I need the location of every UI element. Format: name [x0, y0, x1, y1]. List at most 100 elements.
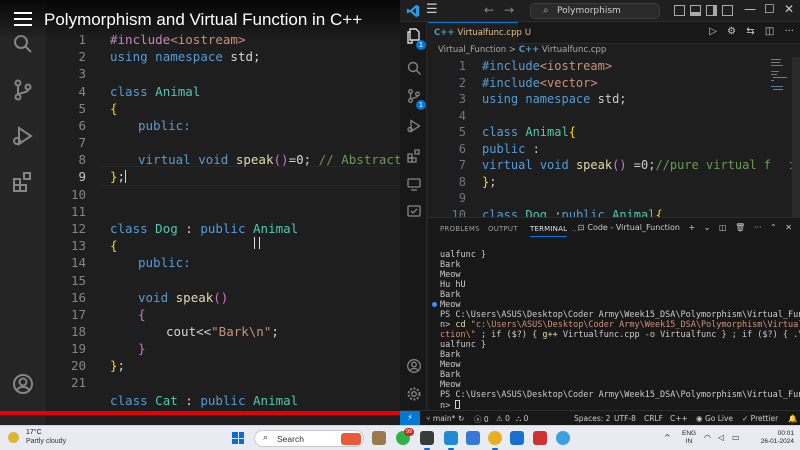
chrome-profile-icon[interactable]: [556, 431, 570, 445]
minimize-icon[interactable]: —: [744, 2, 756, 16]
input-language[interactable]: ENG IN: [682, 430, 696, 446]
text-caret: [125, 170, 127, 183]
trash-icon[interactable]: 🗑: [735, 223, 745, 232]
video-line-gutter: 1 2 3 4 5 6 7 8 9 10 11 12 13 14 15 16 1…: [46, 0, 98, 425]
line-number: 3: [458, 92, 466, 106]
close-icon[interactable]: ✕: [785, 223, 792, 232]
line-number: 16: [70, 290, 86, 305]
compare-changes-icon[interactable]: ⇆: [746, 26, 754, 37]
branch-indicator[interactable]: ⑂ main*: [426, 414, 455, 423]
code-line: };: [110, 358, 126, 373]
volume-icon[interactable]: ◁: [718, 433, 724, 442]
windows-start-icon[interactable]: [232, 432, 244, 444]
settings-gear-icon[interactable]: ⚙: [727, 26, 736, 37]
sync-icon[interactable]: ↻: [458, 414, 464, 423]
toggle-panel-icon[interactable]: [690, 5, 701, 16]
line-number: 1: [458, 59, 466, 73]
split-terminal-icon[interactable]: ◫: [719, 223, 727, 232]
toggle-sidebar-icon[interactable]: [674, 5, 685, 16]
language-mode[interactable]: C++: [670, 414, 688, 423]
code-line: {: [138, 307, 146, 322]
customize-layout-icon[interactable]: [722, 5, 733, 16]
extensions-icon[interactable]: [406, 148, 422, 164]
code-editor[interactable]: 1 2 3 4 5 6 7 8 9 10 #include<iostream> …: [428, 57, 800, 217]
line-number: 6: [78, 118, 86, 133]
menu-icon[interactable]: [14, 12, 32, 28]
maximize-icon[interactable]: ☐: [764, 2, 775, 16]
settings-gear-icon[interactable]: [406, 386, 422, 402]
testing-icon[interactable]: [406, 204, 422, 220]
tab-output[interactable]: OUTPUT: [488, 225, 518, 233]
youtube-icon[interactable]: [533, 431, 547, 445]
menu-more-icon[interactable]: ☰: [426, 2, 438, 17]
battery-icon[interactable]: ▭: [732, 433, 740, 442]
split-editor-icon[interactable]: ◫: [765, 26, 774, 37]
remote-indicator-icon[interactable]: ⚡: [400, 411, 420, 425]
tab-problems[interactable]: PROBLEMS: [440, 225, 480, 233]
video-player[interactable]: 1 2 3 4 5 6 7 8 9 10 11 12 13 14 15 16 1…: [0, 0, 400, 425]
video-progress-bar[interactable]: [0, 411, 400, 415]
cpp-file-icon: C++: [434, 28, 455, 38]
account-icon[interactable]: [406, 358, 422, 374]
indentation-setting[interactable]: Spaces: 2: [574, 414, 610, 423]
more-actions-icon[interactable]: ···: [754, 223, 762, 232]
line-number: 12: [70, 221, 86, 236]
tab-terminal[interactable]: TERMINAL: [530, 225, 568, 237]
errors-count[interactable]: ⓧ 0: [474, 414, 489, 425]
maximize-panel-icon[interactable]: ⌃: [770, 223, 777, 232]
eol-setting[interactable]: CRLF: [644, 414, 663, 423]
tab-virtualfunc-cpp[interactable]: C++ Virtualfunc.cpp U: [428, 22, 531, 44]
wifi-icon[interactable]: ◠: [704, 433, 711, 442]
line-number: 11: [70, 204, 86, 219]
line-number: 5: [458, 125, 466, 139]
command-center-search[interactable]: ⌕ Polymorphism: [530, 3, 660, 19]
search-icon: ⌕: [543, 5, 549, 16]
code-line: class Animal{: [482, 125, 576, 139]
taskbar-search-box[interactable]: ⌕ Search: [254, 430, 364, 447]
minimap[interactable]: [770, 57, 790, 217]
chevron-down-icon[interactable]: ⌄: [704, 223, 711, 232]
more-actions-icon[interactable]: ···: [784, 26, 794, 37]
breadcrumb-folder[interactable]: Virtual_Function: [438, 45, 506, 55]
terminal-name[interactable]: Code - Virtual_Function: [587, 223, 680, 232]
code-line: virtual void speak() =0;//pure virtual f…: [482, 158, 793, 172]
ports-count[interactable]: ⛬ 0: [516, 414, 528, 424]
back-arrow-icon[interactable]: ←: [484, 3, 494, 17]
warnings-count[interactable]: ⚠ 0: [496, 414, 510, 423]
file-explorer-icon[interactable]: [372, 431, 386, 445]
chrome-icon[interactable]: [488, 431, 502, 450]
toggle-secondary-sidebar-icon[interactable]: [706, 5, 717, 16]
terminal-output[interactable]: ualfunc } Bark Meow Hu hU Bark Meow PS C…: [432, 250, 800, 411]
go-live-button[interactable]: ◉ Go Live: [696, 414, 733, 423]
prettier-button[interactable]: ✓ Prettier: [742, 414, 778, 423]
encoding-setting[interactable]: UTF-8: [614, 414, 636, 423]
line-number: 3: [78, 66, 86, 81]
notifications-bell-icon[interactable]: 🔔: [788, 414, 797, 423]
code-line: {: [110, 238, 118, 253]
status-bar: ⚡ ⑂ main* ↻ ⓧ 0 ⚠ 0 ⛬ 0 Spaces: 2 UTF-8 …: [400, 410, 800, 425]
mail-icon[interactable]: [510, 431, 524, 445]
line-number: 2: [458, 76, 466, 90]
edge-icon[interactable]: [466, 431, 480, 445]
terminal-line: PS C:\Users\ASUS\Desktop\Coder Army\Week…: [440, 390, 800, 400]
terminal-line: Bark: [440, 260, 461, 270]
remote-explorer-icon[interactable]: [406, 176, 422, 192]
close-icon[interactable]: ✕: [784, 2, 794, 16]
command-decoration-icon[interactable]: [432, 302, 437, 307]
terminal-actions: ⊡ Code - Virtual_Function + ⌄ ◫ 🗑 ··· ⌃ ✕: [572, 223, 792, 232]
editor-scrollbar[interactable]: [792, 57, 800, 217]
broadcast-icon: ◉: [696, 414, 705, 423]
whatsapp-badge: 99: [404, 428, 414, 436]
search-icon[interactable]: [406, 60, 422, 76]
task-view-icon[interactable]: [420, 431, 434, 450]
chevron-up-icon[interactable]: ^: [664, 433, 671, 442]
system-clock[interactable]: 00:01 26-01-2024: [754, 430, 794, 446]
forward-arrow-icon[interactable]: →: [504, 3, 514, 17]
new-terminal-icon[interactable]: +: [689, 223, 696, 232]
run-file-icon[interactable]: ▷: [709, 26, 717, 37]
run-debug-icon[interactable]: [406, 118, 422, 134]
search-highlight-icon: [341, 433, 361, 445]
breadcrumb-file[interactable]: Virtualfunc.cpp: [542, 45, 606, 55]
line-number: 9: [458, 191, 466, 205]
vscode-taskbar-icon[interactable]: [444, 431, 458, 450]
